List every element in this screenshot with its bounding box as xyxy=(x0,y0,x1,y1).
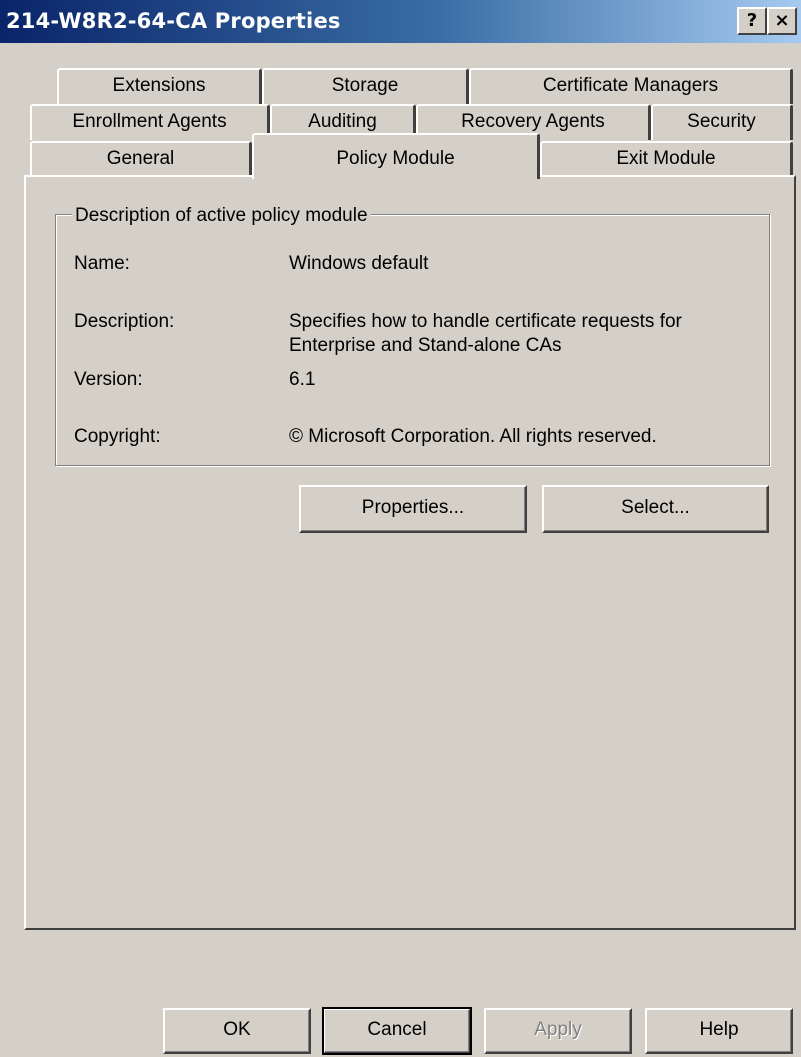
tab-storage[interactable]: Storage xyxy=(262,68,469,104)
tab-exit-module[interactable]: Exit Module xyxy=(540,141,793,177)
version-label: Version: xyxy=(74,369,143,390)
ok-button[interactable]: OK xyxy=(163,1008,311,1054)
properties-button[interactable]: Properties... xyxy=(299,485,527,533)
name-label: Name: xyxy=(74,253,130,274)
group-title: Description of active policy module xyxy=(72,205,371,227)
copyright-value: © Microsoft Corporation. All rights rese… xyxy=(289,426,657,447)
help-button[interactable]: Help xyxy=(645,1008,793,1054)
name-value: Windows default xyxy=(289,253,429,274)
tab-enrollment-agents[interactable]: Enrollment Agents xyxy=(30,104,270,140)
version-value: 6.1 xyxy=(289,369,316,390)
title-bar: 214-W8R2-64-CA Properties ? × xyxy=(0,0,801,43)
description-label: Description: xyxy=(74,311,175,332)
window-title: 214-W8R2-64-CA Properties xyxy=(6,9,341,33)
copyright-label: Copyright: xyxy=(74,426,161,447)
tab-security[interactable]: Security xyxy=(651,104,793,140)
select-button[interactable]: Select... xyxy=(542,485,769,533)
apply-button[interactable]: Apply xyxy=(484,1008,632,1054)
tab-extensions[interactable]: Extensions xyxy=(57,68,262,104)
description-value-line1: Specifies how to handle certificate requ… xyxy=(289,311,682,332)
description-value-line2: Enterprise and Stand-alone CAs xyxy=(289,335,562,356)
cancel-button[interactable]: Cancel xyxy=(322,1007,472,1055)
help-icon[interactable]: ? xyxy=(737,7,767,35)
tab-general[interactable]: General xyxy=(30,141,252,177)
tab-certificate-managers[interactable]: Certificate Managers xyxy=(469,68,793,104)
close-icon[interactable]: × xyxy=(767,7,797,35)
tab-policy-module[interactable]: Policy Module xyxy=(252,133,540,179)
